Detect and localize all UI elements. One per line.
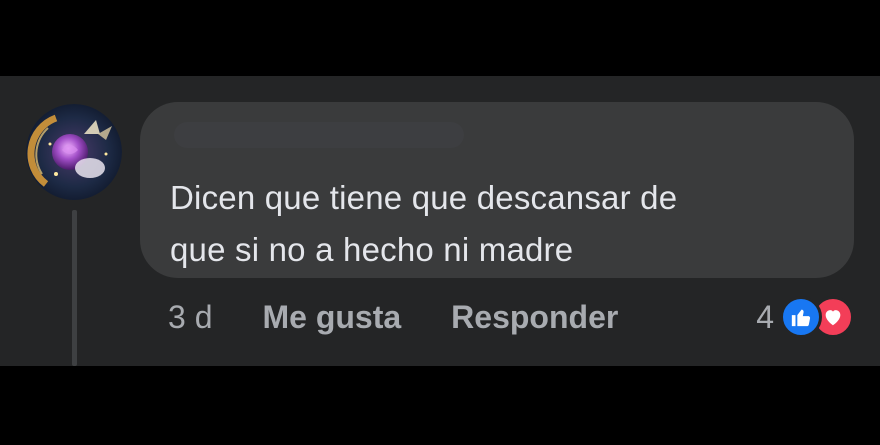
- reply-button[interactable]: Responder: [451, 299, 618, 336]
- thread-line: [72, 210, 77, 366]
- comment-panel: Dicen que tiene que descansar de que si …: [0, 76, 880, 366]
- timestamp[interactable]: 3 d: [168, 299, 212, 336]
- avatar[interactable]: [26, 104, 122, 200]
- comment-bubble: Dicen que tiene que descansar de que si …: [140, 102, 854, 278]
- comment-line-1: Dicen que tiene que descansar de: [170, 179, 678, 216]
- author-name-blurred: [174, 122, 464, 148]
- like-icon: [780, 296, 822, 338]
- comment-actions: 3 d Me gusta Responder: [168, 292, 618, 342]
- reaction-count: 4: [756, 298, 774, 335]
- comment-line-2: que si no a hecho ni madre: [170, 231, 574, 268]
- comment-text: Dicen que tiene que descansar de que si …: [170, 172, 824, 276]
- avatar-image: [26, 104, 122, 200]
- reactions-summary[interactable]: 4: [756, 292, 854, 342]
- like-button[interactable]: Me gusta: [262, 299, 401, 336]
